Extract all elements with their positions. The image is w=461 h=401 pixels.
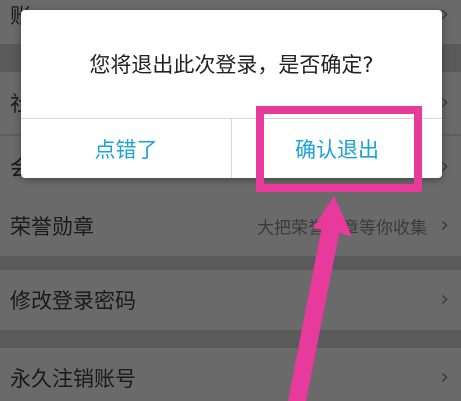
screen: 账 › 社 › 会 › 荣誉勋章 大把荣誉勋章等你收集 › 修改登录密码 › 永…: [0, 0, 461, 401]
arrow-up-icon: [288, 196, 352, 401]
